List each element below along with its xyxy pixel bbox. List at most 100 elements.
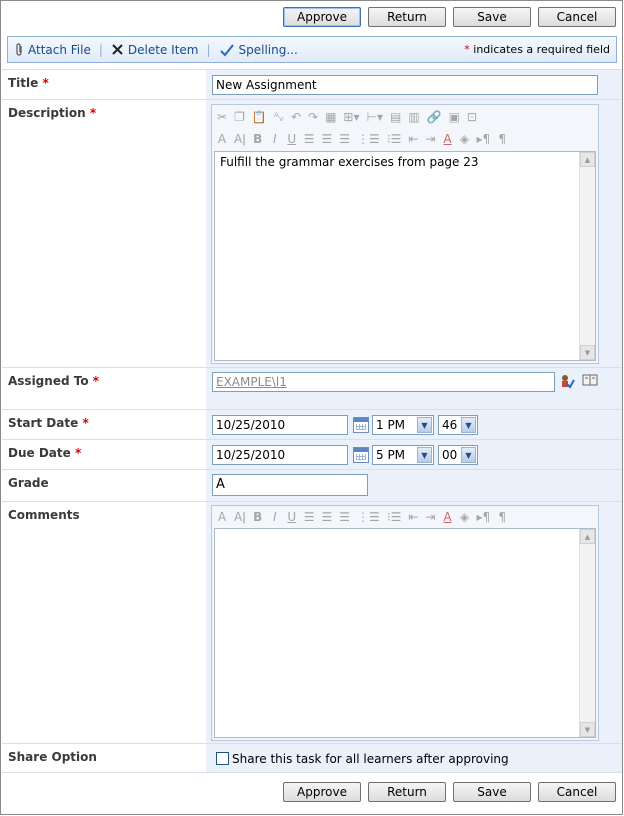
bold-icon[interactable]: B bbox=[253, 510, 263, 524]
approve-button-top[interactable]: Approve bbox=[283, 7, 361, 27]
start-minute-select[interactable]: 46 ▼ bbox=[438, 415, 478, 435]
insert-image-icon[interactable]: ▣ bbox=[449, 110, 460, 124]
underline-icon[interactable]: U bbox=[287, 132, 297, 146]
grade-input[interactable]: A bbox=[212, 474, 368, 496]
approve-button-bottom[interactable]: Approve bbox=[283, 782, 361, 802]
spelling-check-icon bbox=[219, 43, 234, 56]
comments-row: Comments A Aǀ B I U ☰ ☰ ☰ ⋮☰ ⁝☰ ⇤ ⇥ A ◈ … bbox=[2, 501, 622, 743]
start-date-row: Start Date * 10/25/2010 1 PM ▼ 46 ▼ bbox=[2, 409, 622, 439]
numbered-list-icon[interactable]: ⋮☰ bbox=[357, 510, 380, 524]
font-icon[interactable]: A bbox=[217, 132, 227, 146]
share-task-checkbox-label[interactable]: Share this task for all learners after a… bbox=[232, 752, 509, 766]
insert-table-icon[interactable]: ▦ bbox=[325, 110, 336, 124]
italic-icon[interactable]: I bbox=[270, 132, 280, 146]
undo-icon[interactable]: ↶ bbox=[291, 110, 301, 124]
scroll-up-arrow[interactable]: ▲ bbox=[580, 152, 595, 167]
chevron-down-icon[interactable]: ▼ bbox=[461, 417, 476, 433]
bold-icon[interactable]: B bbox=[253, 132, 263, 146]
hyperlink-icon[interactable]: 🔗 bbox=[427, 110, 442, 124]
numbered-list-icon[interactable]: ⋮☰ bbox=[357, 132, 380, 146]
outdent-icon[interactable]: ⇤ bbox=[408, 132, 418, 146]
rtl-icon[interactable]: ¶ bbox=[497, 132, 507, 146]
spelling-link[interactable]: Spelling... bbox=[219, 43, 298, 57]
return-button-bottom[interactable]: Return bbox=[368, 782, 446, 802]
attach-file-label: Attach File bbox=[28, 42, 91, 57]
indent-icon[interactable]: ⇥ bbox=[425, 132, 435, 146]
grade-row: Grade A bbox=[2, 469, 622, 501]
comments-label: Comments bbox=[8, 508, 80, 522]
rtl-icon[interactable]: ¶ bbox=[497, 510, 507, 524]
start-date-label: Start Date * bbox=[8, 416, 89, 430]
insert-row-icon[interactable]: ▥ bbox=[408, 110, 419, 124]
chevron-down-icon[interactable]: ▼ bbox=[461, 447, 476, 463]
indent-icon[interactable]: ⇥ bbox=[425, 510, 435, 524]
font-size-icon[interactable]: Aǀ bbox=[234, 510, 246, 524]
italic-icon[interactable]: I bbox=[270, 510, 280, 524]
description-scrollbar[interactable]: ▲ ▼ bbox=[579, 152, 595, 360]
start-date-input[interactable]: 10/25/2010 bbox=[212, 415, 348, 435]
cancel-button-top[interactable]: Cancel bbox=[538, 7, 616, 27]
highlight-icon[interactable]: ◈ bbox=[460, 132, 470, 146]
underline-icon[interactable]: U bbox=[287, 510, 297, 524]
align-left-icon[interactable]: ☰ bbox=[304, 132, 315, 146]
start-hour-value: 1 PM bbox=[376, 418, 406, 432]
font-size-icon[interactable]: Aǀ bbox=[234, 132, 246, 146]
description-textarea[interactable]: Fulfill the grammar exercises from page … bbox=[214, 151, 596, 361]
delete-item-label: Delete Item bbox=[127, 42, 199, 57]
delete-item-link[interactable]: Delete Item bbox=[111, 42, 199, 57]
bullet-list-icon[interactable]: ⁝☰ bbox=[387, 132, 402, 146]
spelling-label: Spelling... bbox=[238, 42, 298, 57]
grade-label: Grade bbox=[8, 476, 49, 490]
text-color-icon[interactable]: A bbox=[443, 132, 453, 146]
save-button-bottom[interactable]: Save bbox=[453, 782, 531, 802]
title-row: Title * New Assignment bbox=[2, 69, 622, 99]
calendar-icon[interactable] bbox=[353, 417, 369, 433]
font-icon[interactable]: A bbox=[217, 510, 227, 524]
cut-icon[interactable]: ✂ bbox=[217, 110, 227, 124]
toolbar-separator: | bbox=[206, 42, 211, 57]
cancel-button-bottom[interactable]: Cancel bbox=[538, 782, 616, 802]
ltr-icon[interactable]: ▸¶ bbox=[477, 510, 491, 524]
bullet-list-icon[interactable]: ⁝☰ bbox=[387, 510, 402, 524]
html-source-icon[interactable]: ⊡ bbox=[467, 110, 477, 124]
paste-icon[interactable]: 📋 bbox=[252, 110, 267, 124]
due-date-input[interactable]: 10/25/2010 bbox=[212, 445, 348, 465]
assigned-to-input[interactable]: EXAMPLE\l1 bbox=[212, 372, 555, 392]
attach-file-link[interactable]: Attach File bbox=[14, 43, 91, 57]
title-input[interactable]: New Assignment bbox=[212, 75, 598, 95]
chevron-down-icon[interactable]: ▼ bbox=[417, 417, 432, 433]
chevron-down-icon[interactable]: ▼ bbox=[417, 447, 432, 463]
start-hour-select[interactable]: 1 PM ▼ bbox=[372, 415, 434, 435]
comments-textarea[interactable]: ▲ ▼ bbox=[214, 528, 596, 738]
due-hour-select[interactable]: 5 PM ▼ bbox=[372, 445, 434, 465]
align-center-icon[interactable]: ☰ bbox=[322, 132, 333, 146]
align-right-icon[interactable]: ☰ bbox=[339, 132, 350, 146]
table-menu-icon[interactable]: ⊞▾ bbox=[343, 110, 359, 124]
delete-x-icon bbox=[112, 44, 123, 55]
save-button-top[interactable]: Save bbox=[453, 7, 531, 27]
rte-toolbar-row-1: ✂ ❐ 📋 ᴬᵥ ↶ ↷ ▦ ⊞▾ ⊢▾ ▤ ▥ 🔗 ▣ ⊡ bbox=[214, 107, 596, 127]
return-button-top[interactable]: Return bbox=[368, 7, 446, 27]
align-right-icon[interactable]: ☰ bbox=[339, 510, 350, 524]
check-names-icon[interactable] bbox=[559, 373, 575, 389]
scroll-down-arrow[interactable]: ▼ bbox=[580, 345, 595, 360]
text-color-icon[interactable]: A bbox=[443, 510, 453, 524]
ltr-icon[interactable]: ▸¶ bbox=[477, 132, 491, 146]
outdent-icon[interactable]: ⇤ bbox=[408, 510, 418, 524]
calendar-icon[interactable] bbox=[353, 447, 369, 463]
rte-toolbar-row-2: A Aǀ B I U ☰ ☰ ☰ ⋮☰ ⁝☰ ⇤ ⇥ A ◈ ▸¶ ¶ bbox=[214, 129, 596, 149]
highlight-icon[interactable]: ◈ bbox=[460, 510, 470, 524]
scroll-up-arrow[interactable]: ▲ bbox=[580, 529, 595, 544]
comments-scrollbar[interactable]: ▲ ▼ bbox=[579, 529, 595, 737]
redo-icon[interactable]: ↷ bbox=[308, 110, 318, 124]
insert-column-icon[interactable]: ▤ bbox=[390, 110, 401, 124]
scroll-down-arrow[interactable]: ▼ bbox=[580, 722, 595, 737]
align-center-icon[interactable]: ☰ bbox=[322, 510, 333, 524]
due-minute-select[interactable]: 00 ▼ bbox=[438, 445, 478, 465]
copy-icon[interactable]: ❐ bbox=[234, 110, 245, 124]
address-book-icon[interactable] bbox=[582, 373, 598, 387]
tree-menu-icon[interactable]: ⊢▾ bbox=[367, 110, 383, 124]
align-left-icon[interactable]: ☰ bbox=[304, 510, 315, 524]
share-task-checkbox[interactable] bbox=[216, 752, 229, 765]
spellcheck-icon[interactable]: ᴬᵥ bbox=[274, 110, 284, 124]
